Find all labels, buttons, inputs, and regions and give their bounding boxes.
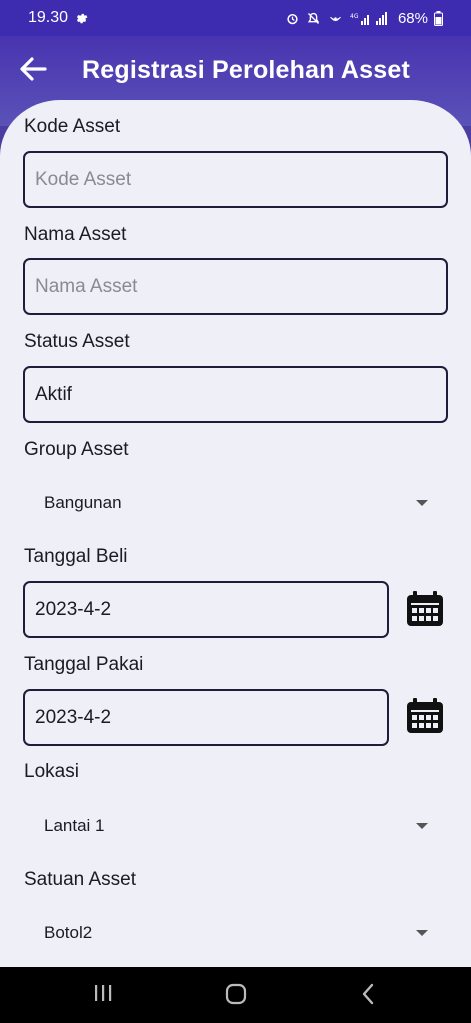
status-bar: 19.30 4G 68%	[0, 0, 471, 36]
status-left: 19.30	[28, 9, 88, 27]
group-asset-selected: Bangunan	[44, 493, 122, 512]
arrow-left-icon	[20, 57, 47, 81]
status-time: 19.30	[28, 9, 69, 26]
caret-down-icon	[416, 500, 428, 506]
status-asset-field[interactable]	[23, 366, 448, 423]
tanggal-pakai-field[interactable]	[23, 689, 389, 746]
tanggal-beli-label: Tanggal Beli	[24, 546, 128, 567]
tanggal-pakai-label: Tanggal Pakai	[24, 654, 144, 675]
caret-down-icon	[416, 930, 428, 936]
svg-text:4G: 4G	[350, 13, 359, 20]
lokasi-dropdown[interactable]: Lantai 1	[24, 806, 448, 846]
form-container: Kode Asset Nama Asset Status Asset Group…	[0, 100, 471, 967]
nama-asset-field[interactable]	[23, 258, 448, 315]
recent-apps-icon[interactable]	[93, 983, 113, 1003]
satuan-asset-label: Satuan Asset	[24, 869, 136, 890]
mute-icon	[307, 12, 320, 24]
kode-asset-field[interactable]	[23, 151, 448, 208]
signal-icon: 4G	[350, 11, 387, 25]
group-asset-dropdown[interactable]: Bangunan	[24, 483, 448, 523]
system-nav-bar	[0, 967, 471, 1023]
lokasi-selected: Lantai 1	[44, 816, 105, 835]
satuan-asset-selected: Botol2	[44, 923, 93, 942]
page-title: Registrasi Perolehan Asset	[82, 56, 411, 84]
lokasi-label: Lokasi	[24, 761, 79, 782]
chevron-left-icon[interactable]	[360, 983, 376, 1005]
satuan-asset-dropdown[interactable]: Botol2	[24, 913, 448, 953]
back-button[interactable]	[16, 52, 50, 86]
calendar-icon[interactable]	[406, 698, 444, 734]
status-asset-label: Status Asset	[24, 331, 130, 352]
home-icon[interactable]	[225, 983, 247, 1005]
settings-gear-icon	[76, 13, 88, 24]
kode-asset-label: Kode Asset	[24, 116, 121, 137]
nama-asset-label: Nama Asset	[24, 224, 127, 245]
caret-down-icon	[416, 823, 428, 829]
battery-icon	[434, 10, 443, 26]
status-right: 4G 68%	[285, 10, 443, 27]
group-asset-label: Group Asset	[24, 439, 129, 460]
tanggal-beli-field[interactable]	[23, 581, 389, 638]
battery-percent: 68%	[397, 9, 428, 27]
calendar-icon[interactable]	[406, 591, 444, 627]
alarm-icon	[287, 13, 298, 24]
hotspot-icon	[330, 16, 341, 21]
